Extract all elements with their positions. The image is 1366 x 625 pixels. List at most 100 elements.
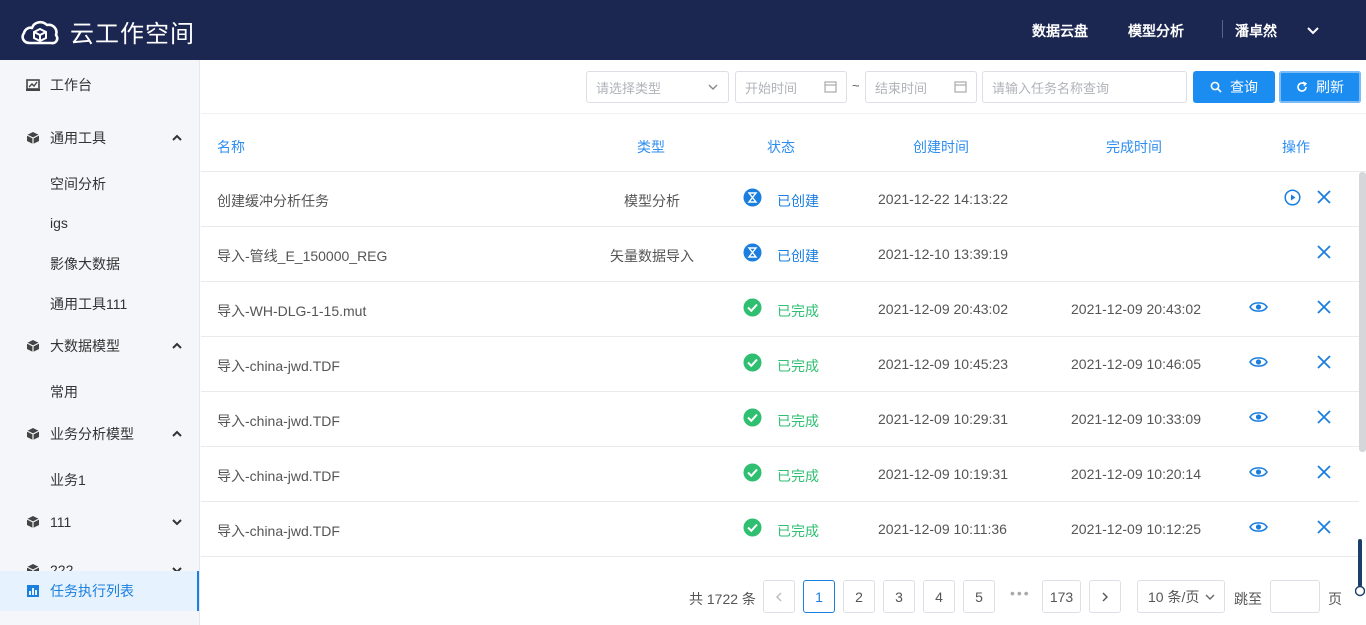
created-time: 2021-12-09 10:19:31	[878, 466, 1008, 482]
chevron-left-icon	[776, 592, 782, 601]
chevron-up-icon[interactable]	[171, 133, 183, 143]
sidebar-item-111[interactable]: 111	[0, 502, 199, 542]
page-size-select[interactable]: 10 条/页	[1137, 580, 1225, 613]
status-text: 已完成	[777, 523, 819, 539]
sidebar-subitem-common[interactable]: 常用	[50, 382, 78, 402]
chevron-down-icon	[1205, 594, 1215, 600]
eye-icon[interactable]	[1249, 299, 1268, 315]
nav-divider	[1222, 20, 1223, 38]
task-name-search-input[interactable]: 请输入任务名称查询	[982, 71, 1187, 103]
sidebar-subitem-image-big-data[interactable]: 影像大数据	[50, 254, 120, 274]
column-header-status: 状态	[767, 139, 795, 155]
sidebar-item-business-model[interactable]: 业务分析模型	[0, 414, 199, 454]
sidebar-subitem-general-tools-111[interactable]: 通用工具111	[50, 294, 127, 314]
check-circle-icon	[743, 518, 762, 537]
sidebar-item-label: 通用工具	[50, 130, 106, 146]
finished-time: 2021-12-09 10:33:09	[1071, 411, 1201, 427]
cube-icon	[26, 132, 40, 144]
page-button-3[interactable]: 3	[883, 580, 915, 613]
created-time: 2021-12-09 20:43:02	[878, 301, 1008, 317]
page-button-5[interactable]: 5	[963, 580, 995, 613]
column-header-finished-time: 完成时间	[1106, 139, 1162, 155]
close-icon[interactable]	[1316, 189, 1332, 205]
task-name: 导入-china-jwd.TDF	[217, 358, 340, 374]
chevron-down-icon[interactable]	[171, 517, 183, 527]
prev-page-button[interactable]	[763, 580, 795, 613]
page-button-last[interactable]: 173	[1042, 580, 1081, 613]
table-row[interactable]: 导入-china-jwd.TDF 已完成 2021-12-09 10:45:23…	[201, 337, 1359, 392]
close-icon[interactable]	[1316, 519, 1332, 535]
chevron-up-icon[interactable]	[171, 429, 183, 439]
sidebar-item-label: 111	[50, 514, 72, 530]
task-type: 模型分析	[624, 193, 680, 209]
page-ellipsis[interactable]: •••	[1010, 585, 1031, 601]
table-scrollbar[interactable]	[1359, 172, 1366, 452]
finished-time: 2021-12-09 10:12:25	[1071, 521, 1201, 537]
start-time-picker[interactable]: 开始时间	[735, 71, 847, 103]
sidebar-subitem-spatial-analysis[interactable]: 空间分析	[50, 174, 106, 194]
nav-model-analysis[interactable]: 模型分析	[1128, 21, 1184, 41]
end-time-picker[interactable]: 结束时间	[865, 71, 977, 103]
query-button[interactable]: 查询	[1193, 71, 1275, 103]
type-select[interactable]: 请选择类型	[586, 71, 729, 103]
finished-time: 2021-12-09 20:43:02	[1071, 301, 1201, 317]
check-circle-icon	[743, 408, 762, 427]
next-page-button[interactable]	[1089, 580, 1121, 613]
page-button-2[interactable]: 2	[843, 580, 875, 613]
table-row[interactable]: 导入-管线_E_150000_REG 矢量数据导入 已创建 2021-12-10…	[201, 227, 1359, 282]
task-type: 矢量数据导入	[610, 248, 694, 264]
refresh-icon	[1297, 81, 1308, 92]
chevron-down-icon	[708, 84, 718, 90]
search-icon	[1210, 81, 1222, 93]
floating-tool-icon[interactable]	[1355, 539, 1365, 597]
cloud-cube-icon	[21, 20, 59, 44]
app-logo[interactable]: 云工作空间	[20, 14, 195, 49]
eye-icon[interactable]	[1249, 464, 1268, 480]
status-text: 已完成	[777, 413, 819, 429]
total-count: 共 1722 条	[689, 591, 756, 607]
sidebar-item-task-list[interactable]: 任务执行列表	[0, 571, 199, 611]
nav-data-cloud-disk[interactable]: 数据云盘	[1032, 21, 1088, 41]
sidebar-item-general-tools[interactable]: 通用工具	[0, 118, 199, 158]
close-icon[interactable]	[1316, 299, 1332, 315]
sidebar-subitem-igs[interactable]: igs	[50, 215, 68, 231]
sidebar-item-label: 工作台	[50, 77, 92, 93]
status-text: 已创建	[777, 193, 819, 209]
jump-page-input[interactable]	[1270, 580, 1320, 613]
close-icon[interactable]	[1316, 244, 1332, 260]
sidebar: 工作台 通用工具 空间分析 igs 影像大数据 通用工具111 大数据模型 常用…	[0, 60, 200, 625]
sidebar-subitem-business-1[interactable]: 业务1	[50, 470, 86, 490]
chevron-down-icon[interactable]	[1306, 23, 1320, 37]
user-name[interactable]: 潘卓然	[1235, 21, 1277, 41]
column-header-actions: 操作	[1282, 139, 1310, 155]
column-header-type: 类型	[637, 139, 665, 155]
type-select-placeholder: 请选择类型	[596, 80, 662, 96]
eye-icon[interactable]	[1249, 519, 1268, 535]
close-icon[interactable]	[1316, 464, 1332, 480]
calendar-icon	[824, 81, 837, 93]
eye-icon[interactable]	[1249, 409, 1268, 425]
page-button-4[interactable]: 4	[923, 580, 955, 613]
sidebar-item-workbench[interactable]: 工作台	[0, 65, 199, 105]
check-circle-icon	[743, 463, 762, 482]
task-name: 导入-china-jwd.TDF	[217, 468, 340, 484]
table-row[interactable]: 导入-WH-DLG-1-15.mut 已完成 2021-12-09 20:43:…	[201, 282, 1359, 337]
created-time: 2021-12-09 10:29:31	[878, 411, 1008, 427]
close-icon[interactable]	[1316, 354, 1332, 370]
hourglass-icon	[743, 188, 762, 207]
refresh-button[interactable]: 刷新	[1279, 71, 1361, 103]
status-text: 已完成	[777, 303, 819, 319]
close-icon[interactable]	[1316, 409, 1332, 425]
play-icon[interactable]	[1284, 189, 1301, 206]
task-name: 创建缓冲分析任务	[217, 193, 329, 209]
chevron-up-icon[interactable]	[171, 341, 183, 351]
sidebar-item-big-data-model[interactable]: 大数据模型	[0, 326, 199, 366]
table-row[interactable]: 导入-china-jwd.TDF 已完成 2021-12-09 10:11:36…	[201, 502, 1359, 557]
eye-icon[interactable]	[1249, 354, 1268, 370]
table-row[interactable]: 导入-china-jwd.TDF 已完成 2021-12-09 10:29:31…	[201, 392, 1359, 447]
task-name: 导入-china-jwd.TDF	[217, 523, 340, 539]
page-button-1[interactable]: 1	[803, 580, 835, 613]
calendar-icon	[954, 81, 967, 93]
table-row[interactable]: 导入-china-jwd.TDF 已完成 2021-12-09 10:19:31…	[201, 447, 1359, 502]
table-row[interactable]: 创建缓冲分析任务 模型分析 已创建 2021-12-22 14:13:22	[201, 172, 1359, 227]
